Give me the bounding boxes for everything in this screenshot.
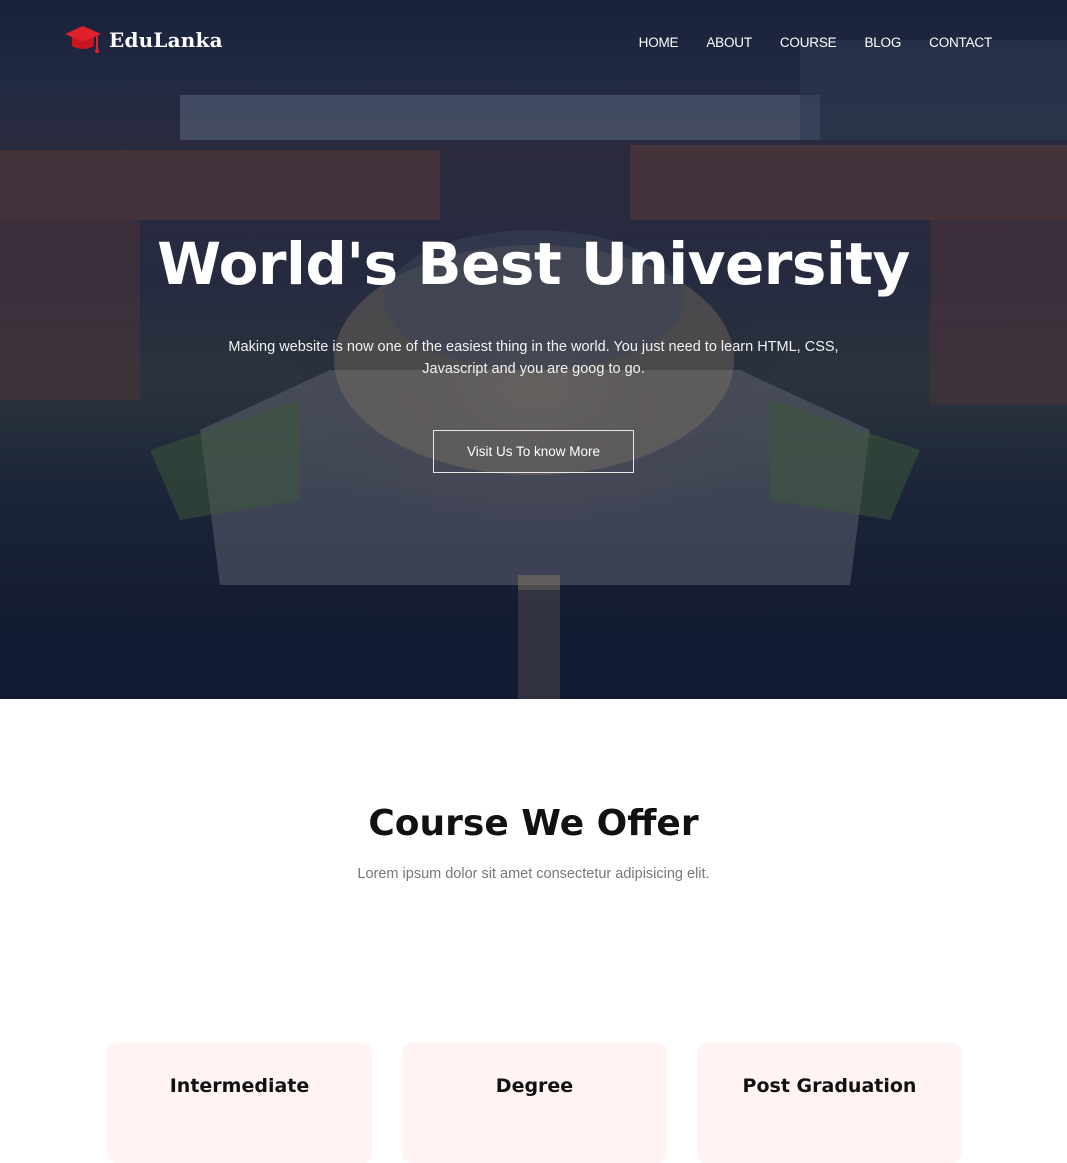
hero-section: EduLanka HOME ABOUT COURSE BLOG CONTACT … <box>0 0 1067 699</box>
hero-title: World's Best University <box>157 230 910 298</box>
brand-name: EduLanka <box>109 28 223 52</box>
course-card-post-graduation[interactable]: Post Graduation <box>697 1043 962 1163</box>
main-menu: HOME ABOUT COURSE BLOG CONTACT <box>611 35 993 50</box>
nav-item-blog[interactable]: BLOG <box>864 35 901 50</box>
courses-title: Course We Offer <box>368 803 699 844</box>
top-navbar: EduLanka HOME ABOUT COURSE BLOG CONTACT <box>0 0 1067 86</box>
hero-content: World's Best University Making website i… <box>0 230 1067 473</box>
courses-section: Course We Offer Lorem ipsum dolor sit am… <box>0 803 1067 1163</box>
course-card-intermediate[interactable]: Intermediate <box>107 1043 372 1163</box>
courses-subtitle: Lorem ipsum dolor sit amet consectetur a… <box>357 866 710 882</box>
brand-logo[interactable]: EduLanka <box>63 22 223 58</box>
nav-item-course[interactable]: COURSE <box>780 35 837 50</box>
nav-item-about[interactable]: ABOUT <box>706 35 752 50</box>
hero-subtitle: Making website is now one of the easiest… <box>228 339 839 377</box>
course-card-degree[interactable]: Degree <box>402 1043 667 1163</box>
course-cards: Intermediate Degree Post Graduation <box>107 1043 992 1163</box>
course-card-title: Intermediate <box>169 1075 310 1097</box>
graduation-cap-icon <box>65 26 101 53</box>
course-card-title: Post Graduation <box>742 1075 917 1097</box>
nav-item-home[interactable]: HOME <box>639 35 679 50</box>
nav-item-contact[interactable]: CONTACT <box>929 35 992 50</box>
course-card-title: Degree <box>495 1075 574 1097</box>
visit-us-button[interactable]: Visit Us To know More <box>432 430 635 473</box>
